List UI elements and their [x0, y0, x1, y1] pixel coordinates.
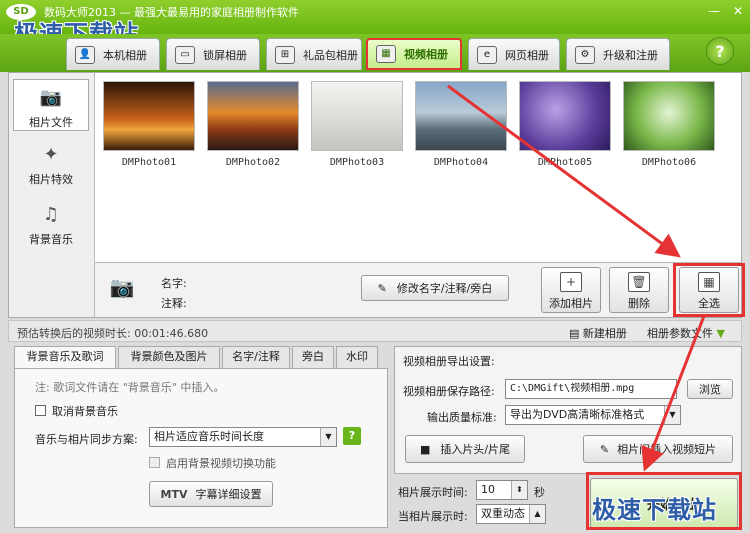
annotation-arrows [447, 84, 706, 472]
arrow-to-select-all [447, 84, 681, 258]
arrow-to-start-export [641, 315, 706, 472]
app-window: SD 数码大师2013 — 最强大最易用的家庭相册制作软件 — ✕ 极速下载站 … [0, 0, 750, 533]
